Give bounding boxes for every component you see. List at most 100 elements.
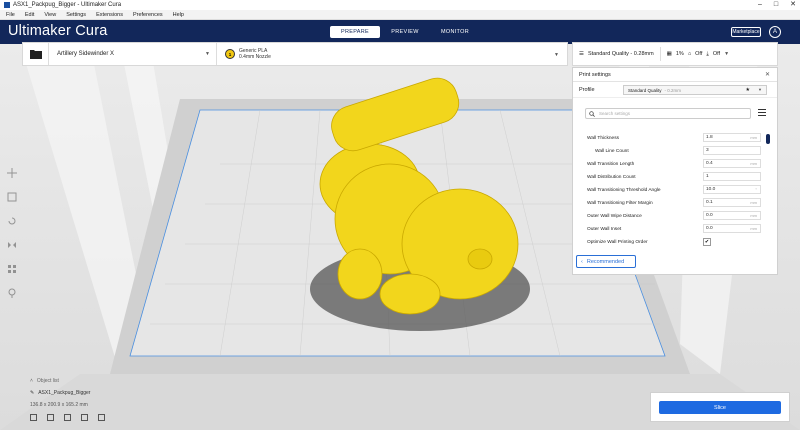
setting-value: 0.1: [706, 200, 713, 205]
settings-menu-icon[interactable]: [758, 109, 766, 118]
recommended-button[interactable]: ‹ Recommended: [576, 255, 636, 268]
chevron-down-icon: ▼: [758, 87, 762, 92]
close-icon[interactable]: ✕: [765, 71, 770, 78]
chevron-down-icon: ▼: [724, 51, 730, 57]
move-icon[interactable]: [7, 168, 17, 178]
scale-icon[interactable]: [7, 192, 17, 202]
maximize-icon[interactable]: □: [774, 0, 778, 10]
panel-header: Print settings ✕: [573, 68, 777, 82]
wall-distribution-count-input[interactable]: 1: [703, 172, 761, 181]
extruder-icon: 1: [225, 49, 235, 59]
mirror-icon[interactable]: [7, 240, 17, 250]
star-icon[interactable]: ★: [746, 87, 750, 93]
view-right-icon[interactable]: [98, 414, 105, 421]
menu-help[interactable]: Help: [173, 12, 184, 18]
menu-extensions[interactable]: Extensions: [96, 12, 123, 18]
marketplace-button[interactable]: Marketplace: [731, 27, 761, 37]
view-3d-icon[interactable]: [30, 414, 37, 421]
support-blocker-icon[interactable]: [7, 288, 17, 298]
outer-wall-wipe-distance-input[interactable]: 0.0 mm: [703, 211, 761, 220]
search-placeholder: Search settings: [599, 111, 631, 116]
setting-value: 3: [706, 148, 709, 153]
view-left-icon[interactable]: [81, 414, 88, 421]
recommended-label: Recommended: [586, 258, 625, 265]
print-settings-panel: Print settings ✕ Profile Standard Qualit…: [572, 67, 778, 275]
wall-line-count-input[interactable]: 3: [703, 146, 761, 155]
menu-edit[interactable]: Edit: [25, 12, 34, 18]
search-settings-input[interactable]: Search settings: [585, 108, 751, 119]
panel-title: Print settings: [579, 71, 611, 78]
material-selector[interactable]: 1 Generic PLA 0.4mm Nozzle: [217, 43, 271, 65]
search-icon: [589, 110, 595, 117]
wall-thickness-input[interactable]: 1.8 mm: [703, 133, 761, 142]
camera-view-buttons: [30, 414, 105, 421]
chevron-up-icon: ˄: [30, 378, 33, 384]
action-panel: Slice: [650, 392, 790, 422]
stage-tabs: PREPARE PREVIEW MONITOR: [330, 26, 480, 38]
title-bar: ASX1_Packpug_Bigger - Ultimaker Cura – □…: [0, 0, 800, 10]
account-avatar[interactable]: A: [769, 26, 781, 38]
threshold-angle-input[interactable]: 10.0 °: [703, 185, 761, 194]
setting-label: Wall Transitioning Threshold Angle: [587, 187, 661, 193]
print-setup-bar[interactable]: ☰ Standard Quality - 0.28mm ▦ 1% ⌂ Off ⤓…: [572, 42, 778, 66]
printer-toolbar: Artillery Sidewinder X ▼ 1 Generic PLA 0…: [22, 42, 568, 66]
view-front-icon[interactable]: [47, 414, 54, 421]
tab-monitor[interactable]: MONITOR: [430, 26, 480, 38]
printer-name: Artillery Sidewinder X: [57, 51, 115, 57]
optimize-wall-order-checkbox[interactable]: ✔: [703, 238, 711, 246]
menu-preferences[interactable]: Preferences: [133, 12, 163, 18]
view-top-icon[interactable]: [64, 414, 71, 421]
outer-wall-inset-input[interactable]: 0.0 mm: [703, 224, 761, 233]
tab-prepare[interactable]: PREPARE: [330, 26, 380, 38]
cura-window: ASX1_Packpug_Bigger - Ultimaker Cura – □…: [0, 0, 800, 430]
setting-label: Wall Transitioning Filter Margin: [587, 200, 653, 206]
object-list-toggle[interactable]: ˄ Object list: [30, 378, 105, 384]
transform-tools: [7, 168, 21, 298]
folder-icon: [29, 50, 42, 59]
setting-label: Optimize Wall Printing Order: [587, 239, 648, 245]
support-value: Off: [695, 51, 703, 57]
slice-button[interactable]: Slice: [659, 401, 781, 414]
object-list-label: Object list: [36, 378, 59, 384]
sliders-icon: ☰: [579, 51, 584, 57]
open-file-button[interactable]: [23, 43, 49, 65]
window-controls: – □ ✕: [758, 0, 796, 10]
profile-value: Standard Quality: [628, 87, 662, 93]
app-header: Ultimaker Cura PREPARE PREVIEW MONITOR M…: [0, 20, 800, 44]
adhesion-value: Off: [712, 51, 721, 57]
setting-value: 0.0: [706, 226, 713, 231]
setting-label: Outer Wall Inset: [587, 226, 622, 232]
settings-scrollbar[interactable]: [766, 134, 770, 144]
menu-bar: File Edit View Settings Extensions Prefe…: [0, 10, 800, 20]
per-model-settings-icon[interactable]: [7, 264, 17, 274]
minimize-icon[interactable]: –: [758, 0, 762, 10]
setting-value: 10.0: [706, 187, 716, 192]
setting-optimize-wall-printing-order: Optimize Wall Printing Order: [587, 236, 767, 248]
object-row[interactable]: ✎ ASX1_Packpug_Bigger: [30, 390, 105, 396]
profile-row: Profile Standard Quality - 0.2mm ★ ▼: [573, 82, 777, 98]
setting-value: 0.4: [706, 161, 713, 166]
setting-unit: mm: [750, 200, 757, 205]
chevron-left-icon: ‹: [581, 258, 583, 265]
setting-unit: mm: [750, 135, 757, 140]
object-name: ASX1_Packpug_Bigger: [38, 390, 91, 396]
infill-value: 1%: [675, 51, 684, 57]
profile-dropdown[interactable]: Standard Quality - 0.2mm ★ ▼: [623, 85, 767, 95]
setting-unit: mm: [750, 226, 757, 231]
wall-transition-length-input[interactable]: 0.4 mm: [703, 159, 761, 168]
printer-selector[interactable]: Artillery Sidewinder X ▼: [49, 43, 217, 65]
rotate-icon[interactable]: [7, 216, 17, 226]
setting-label: Wall Distribution Count: [587, 174, 636, 180]
menu-settings[interactable]: Settings: [66, 12, 86, 18]
tab-preview[interactable]: PREVIEW: [380, 26, 430, 38]
menu-file[interactable]: File: [6, 12, 15, 18]
filter-margin-input[interactable]: 0.1 mm: [703, 198, 761, 207]
window-title: ASX1_Packpug_Bigger - Ultimaker Cura: [13, 2, 122, 8]
object-dimensions: 136.8 x 200.9 x 165.2 mm: [30, 402, 88, 408]
close-icon[interactable]: ✕: [790, 0, 796, 10]
setting-unit: °: [755, 187, 757, 192]
menu-view[interactable]: View: [44, 12, 56, 18]
infill-icon: ▦: [666, 51, 672, 57]
quality-profile: Standard Quality - 0.28mm: [587, 51, 654, 57]
app-icon: [4, 2, 10, 8]
